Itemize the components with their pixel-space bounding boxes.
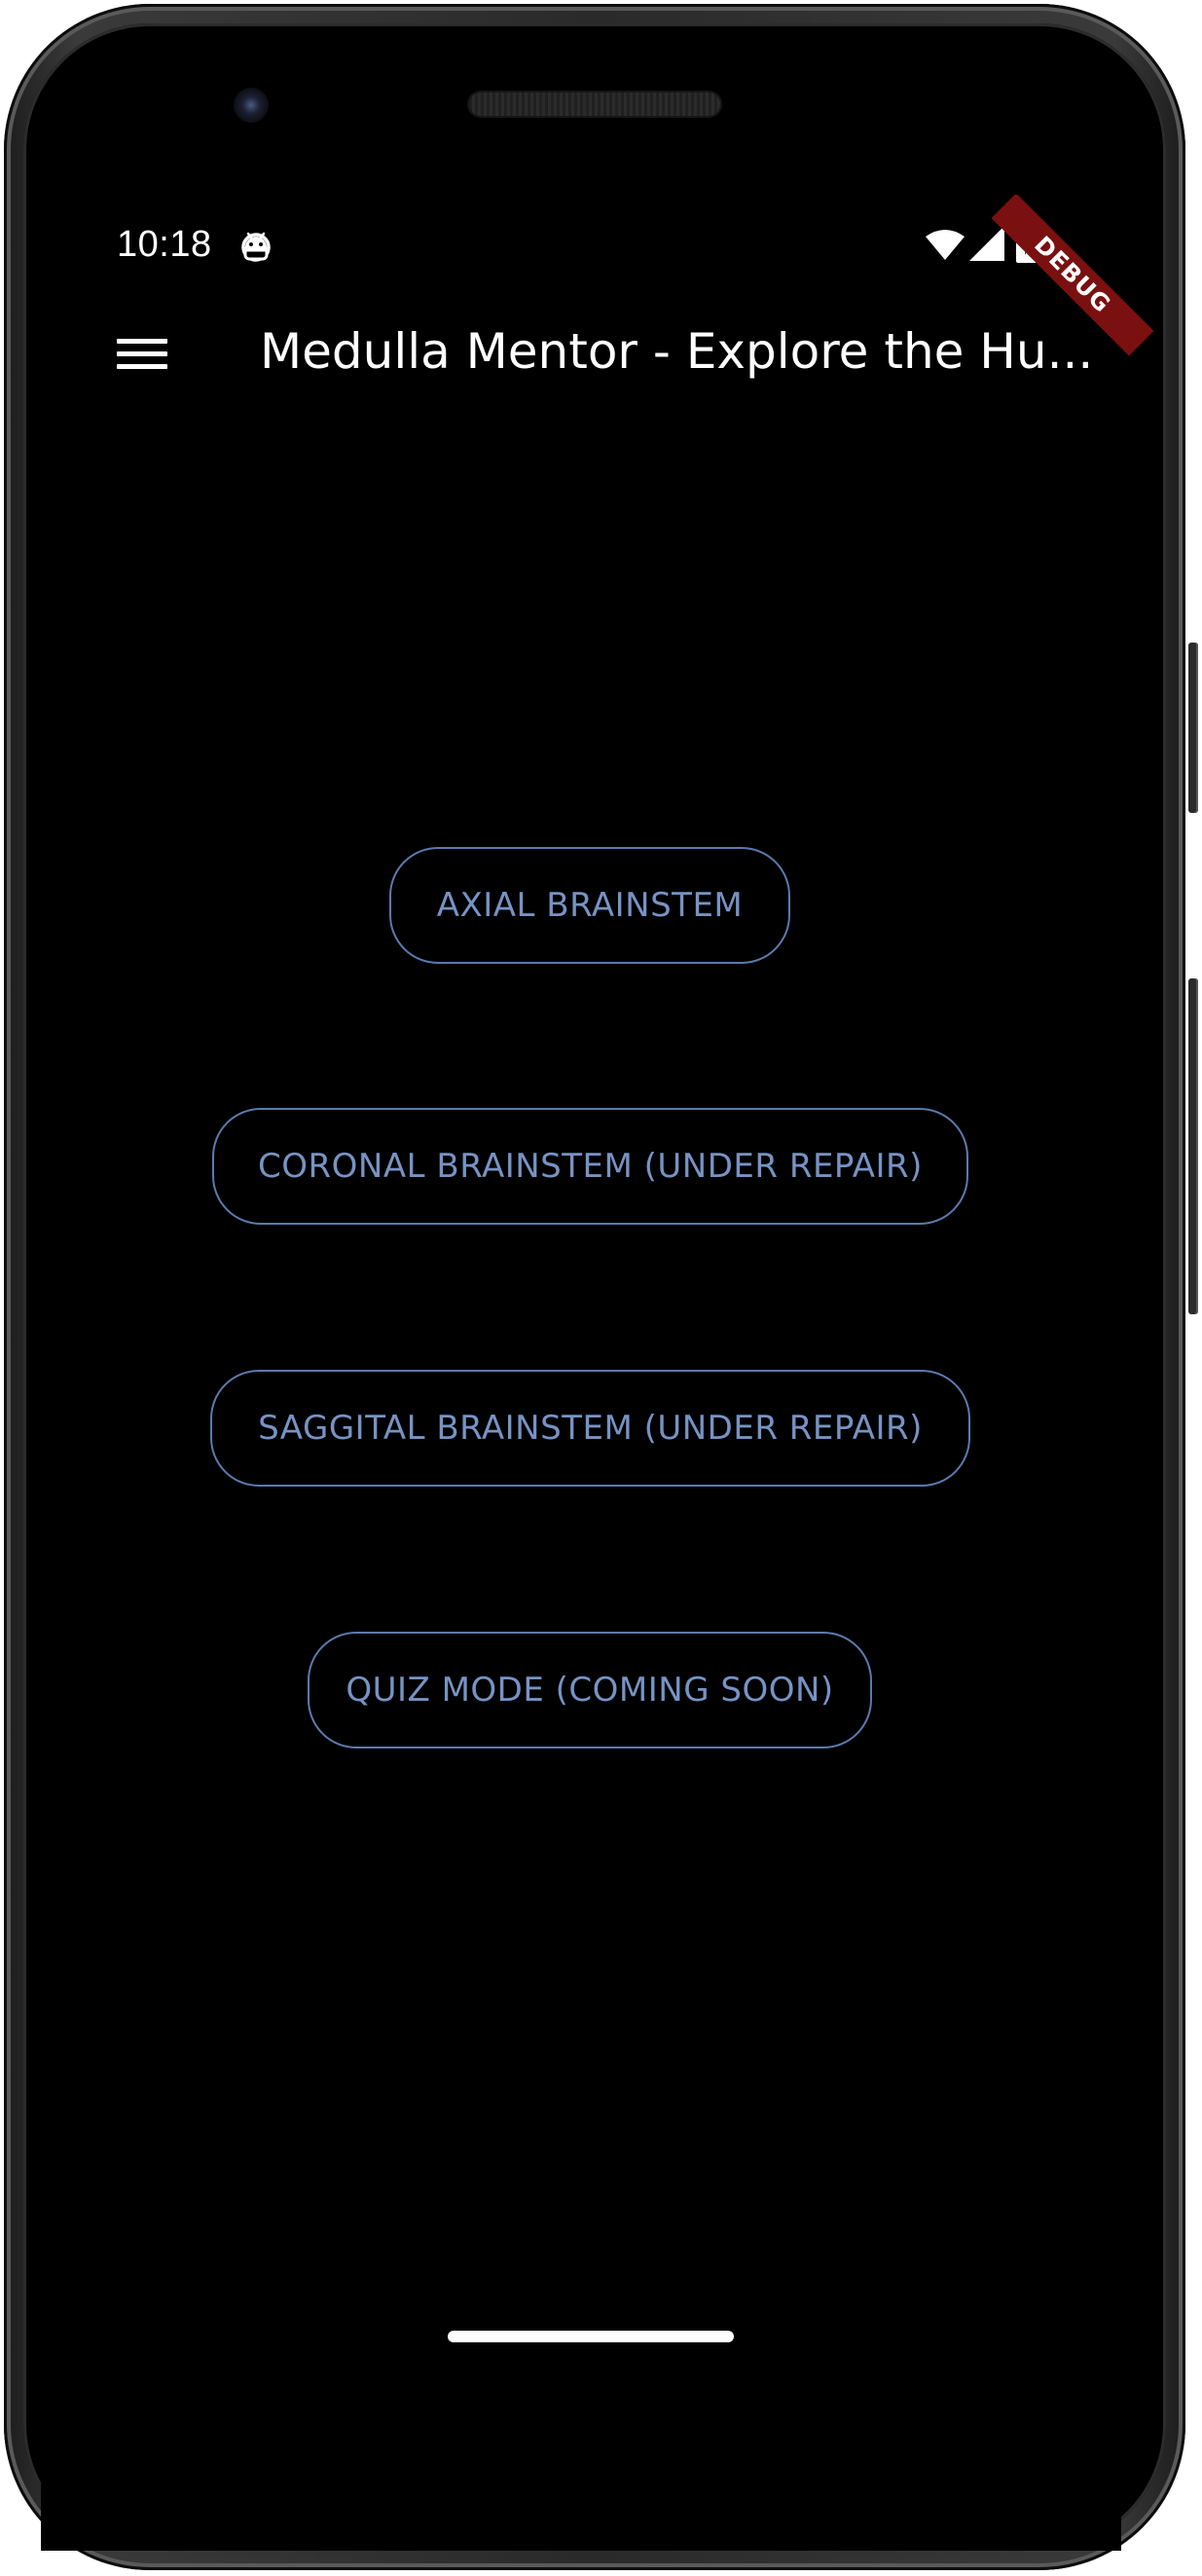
front-camera: [234, 88, 269, 123]
hamburger-menu-icon[interactable]: [117, 333, 169, 376]
coronal-brainstem-button[interactable]: CORONAL BRAINSTEM (UNDER REPAIR): [212, 1108, 968, 1225]
android-robot-icon: [241, 232, 271, 262]
axial-brainstem-button[interactable]: AXIAL BRAINSTEM: [389, 847, 790, 964]
quiz-mode-button[interactable]: QUIZ MODE (COMING SOON): [308, 1632, 872, 1748]
status-bar: 10:18: [41, 195, 1121, 302]
app-bar: Medulla Mentor - Explore the Hu...: [41, 302, 1121, 409]
app-screen: 10:18 DEBUG Medulla Mentor - Explore the…: [41, 195, 1154, 2551]
device-mockup: 10:18 DEBUG Medulla Mentor - Explore the…: [0, 0, 1202, 2576]
app-title: Medulla Mentor - Explore the Hu...: [260, 323, 1094, 380]
volume-button: [1188, 978, 1198, 1314]
wifi-icon: [926, 230, 965, 260]
saggital-brainstem-button[interactable]: SAGGITAL BRAINSTEM (UNDER REPAIR): [210, 1370, 970, 1487]
power-button: [1188, 643, 1198, 813]
status-time: 10:18: [117, 224, 212, 265]
home-indicator[interactable]: [448, 2331, 734, 2342]
earpiece-speaker: [469, 92, 720, 116]
